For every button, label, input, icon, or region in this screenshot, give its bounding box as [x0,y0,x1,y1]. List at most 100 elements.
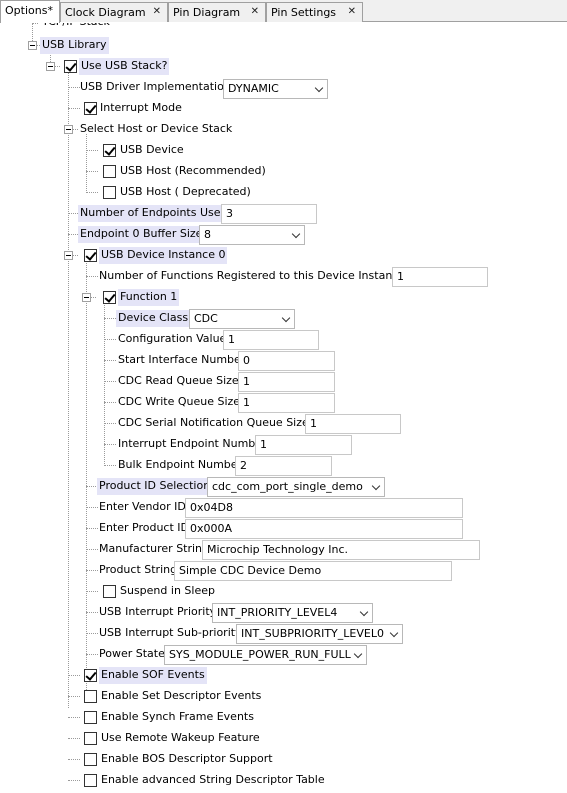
driver-implementation-label: USB Driver Implementation [80,80,231,93]
tab-options[interactable]: Options* [0,0,60,23]
close-icon[interactable]: ✕ [153,6,161,17]
interrupt-priority-label: USB Interrupt Priority [99,605,217,618]
chevron-down-icon [291,229,301,239]
cdc-read-queue-label: CDC Read Queue Size [118,374,239,387]
select-value: INT_PRIORITY_LEVEL4 [217,606,338,619]
advanced-string-descriptor-checkbox[interactable] [84,774,97,787]
chevron-down-icon [281,313,291,323]
close-icon[interactable]: ✕ [348,6,356,17]
product-id-selection-select[interactable]: cdc_com_port_single_demo [207,477,385,497]
collapse-icon[interactable] [64,125,73,134]
function1-label: Function 1 [118,289,180,306]
chevron-down-icon [353,649,363,659]
usb-device-checkbox[interactable] [103,144,116,157]
bulk-endpoint-label: Bulk Endpoint Number [118,458,243,471]
select-value: SYS_MODULE_POWER_RUN_FULL [169,648,351,661]
sof-events-checkbox[interactable] [84,669,97,682]
product-id-label: Enter Product ID [99,521,189,534]
options-tree-panel: TCP/IP Stack USB Library Use USB Stack? … [0,23,567,793]
manufacturer-string-field[interactable]: Microchip Technology Inc. [202,540,480,560]
product-id-field[interactable]: 0x000A [185,519,463,539]
cdc-serial-queue-field[interactable]: 1 [305,414,401,434]
interrupt-endpoint-field[interactable]: 1 [255,435,352,455]
collapse-icon[interactable] [46,62,55,71]
product-string-field[interactable]: Simple CDC Device Demo [174,561,452,581]
device-instance-label: USB Device Instance 0 [99,247,228,264]
suspend-in-sleep-label: Suspend in Sleep [120,584,215,597]
select-value: INT_SUBPRIORITY_LEVEL0 [241,627,384,640]
collapse-icon[interactable] [82,293,91,302]
power-state-label: Power State [99,647,165,660]
interrupt-priority-select[interactable]: INT_PRIORITY_LEVEL4 [212,603,373,623]
bos-descriptor-label: Enable BOS Descriptor Support [101,752,273,765]
tab-clock-diagram[interactable]: Clock Diagram ✕ [60,2,168,22]
chevron-down-icon [314,83,324,93]
interrupt-endpoint-label: Interrupt Endpoint Number [118,437,267,450]
tree-item-tcpip-stack[interactable]: TCP/IP Stack [40,23,112,31]
select-value: DYNAMIC [228,82,279,95]
usb-host-recommended-checkbox[interactable] [103,165,116,178]
use-usb-stack-label: Use USB Stack? [79,58,170,75]
product-id-selection-label: Product ID Selection [97,478,213,495]
cdc-write-queue-field[interactable]: 1 [238,393,335,413]
config-value-label: Configuration Value [118,332,227,345]
num-functions-field[interactable]: 1 [392,267,488,287]
tab-bar: Options* Clock Diagram ✕ Pin Diagram ✕ P… [0,0,567,23]
start-interface-label: Start Interface Number [118,353,246,366]
synch-frame-events-label: Enable Synch Frame Events [101,710,254,723]
product-string-label: Product String [99,563,178,576]
interrupt-subpriority-label: USB Interrupt Sub-priority [99,626,242,639]
cdc-serial-queue-label: CDC Serial Notification Queue Size [118,416,309,429]
select-value: 8 [204,228,211,241]
synch-frame-events-checkbox[interactable] [84,711,97,724]
driver-implementation-select[interactable]: DYNAMIC [223,79,328,99]
cdc-read-queue-field[interactable]: 1 [238,372,335,392]
interrupt-mode-label: Interrupt Mode [100,101,182,114]
start-interface-field[interactable]: 0 [238,351,335,371]
ep0-buffer-size-select[interactable]: 8 [199,225,305,245]
num-endpoints-field[interactable]: 3 [221,204,317,224]
usb-host-deprecated-label: USB Host ( Deprecated) [120,185,251,198]
cdc-write-queue-label: CDC Write Queue Size [118,395,241,408]
tab-label: Options* [5,4,53,17]
advanced-string-descriptor-label: Enable advanced String Descriptor Table [101,773,325,786]
close-icon[interactable]: ✕ [251,6,259,17]
chevron-down-icon [371,481,381,491]
suspend-in-sleep-checkbox[interactable] [103,585,116,598]
bos-descriptor-checkbox[interactable] [84,753,97,766]
interrupt-mode-checkbox[interactable] [84,102,97,115]
tab-pin-diagram[interactable]: Pin Diagram ✕ [168,2,266,22]
usb-device-label: USB Device [120,143,184,156]
select-value: CDC [194,312,218,325]
collapse-icon[interactable] [28,41,37,50]
config-value-field[interactable]: 1 [223,330,319,350]
tree-item-select-stack[interactable]: Select Host or Device Stack [78,121,234,138]
interrupt-subpriority-select[interactable]: INT_SUBPRIORITY_LEVEL0 [236,624,403,644]
device-class-select[interactable]: CDC [189,309,295,329]
set-descriptor-events-label: Enable Set Descriptor Events [101,689,262,702]
tab-label: Clock Diagram [65,6,146,19]
usb-host-recommended-label: USB Host (Recommended) [120,164,266,177]
chevron-down-icon [359,607,369,617]
remote-wakeup-label: Use Remote Wakeup Feature [101,731,260,744]
device-class-label: Device Class [116,310,191,327]
device-instance-checkbox[interactable] [84,249,97,262]
collapse-icon[interactable] [64,251,73,260]
remote-wakeup-checkbox[interactable] [84,732,97,745]
bulk-endpoint-field[interactable]: 2 [235,456,332,476]
num-functions-label: Number of Functions Registered to this D… [99,269,406,282]
tree-item-usb-library[interactable]: USB Library [40,37,109,54]
vendor-id-label: Enter Vendor ID [99,500,186,513]
manufacturer-string-label: Manufacturer String [99,542,210,555]
chevron-down-icon [389,628,399,638]
ep0-buffer-size-label: Endpoint 0 Buffer Size [78,226,205,243]
set-descriptor-events-checkbox[interactable] [84,690,97,703]
function1-checkbox[interactable] [103,291,116,304]
usb-host-deprecated-checkbox[interactable] [103,186,116,199]
tab-pin-settings[interactable]: Pin Settings ✕ [266,2,363,22]
vendor-id-field[interactable]: 0x04D8 [185,498,463,518]
power-state-select[interactable]: SYS_MODULE_POWER_RUN_FULL [164,645,367,665]
tab-label: Pin Diagram [173,6,241,19]
select-value: cdc_com_port_single_demo [212,480,363,493]
use-usb-stack-checkbox[interactable] [64,60,77,73]
